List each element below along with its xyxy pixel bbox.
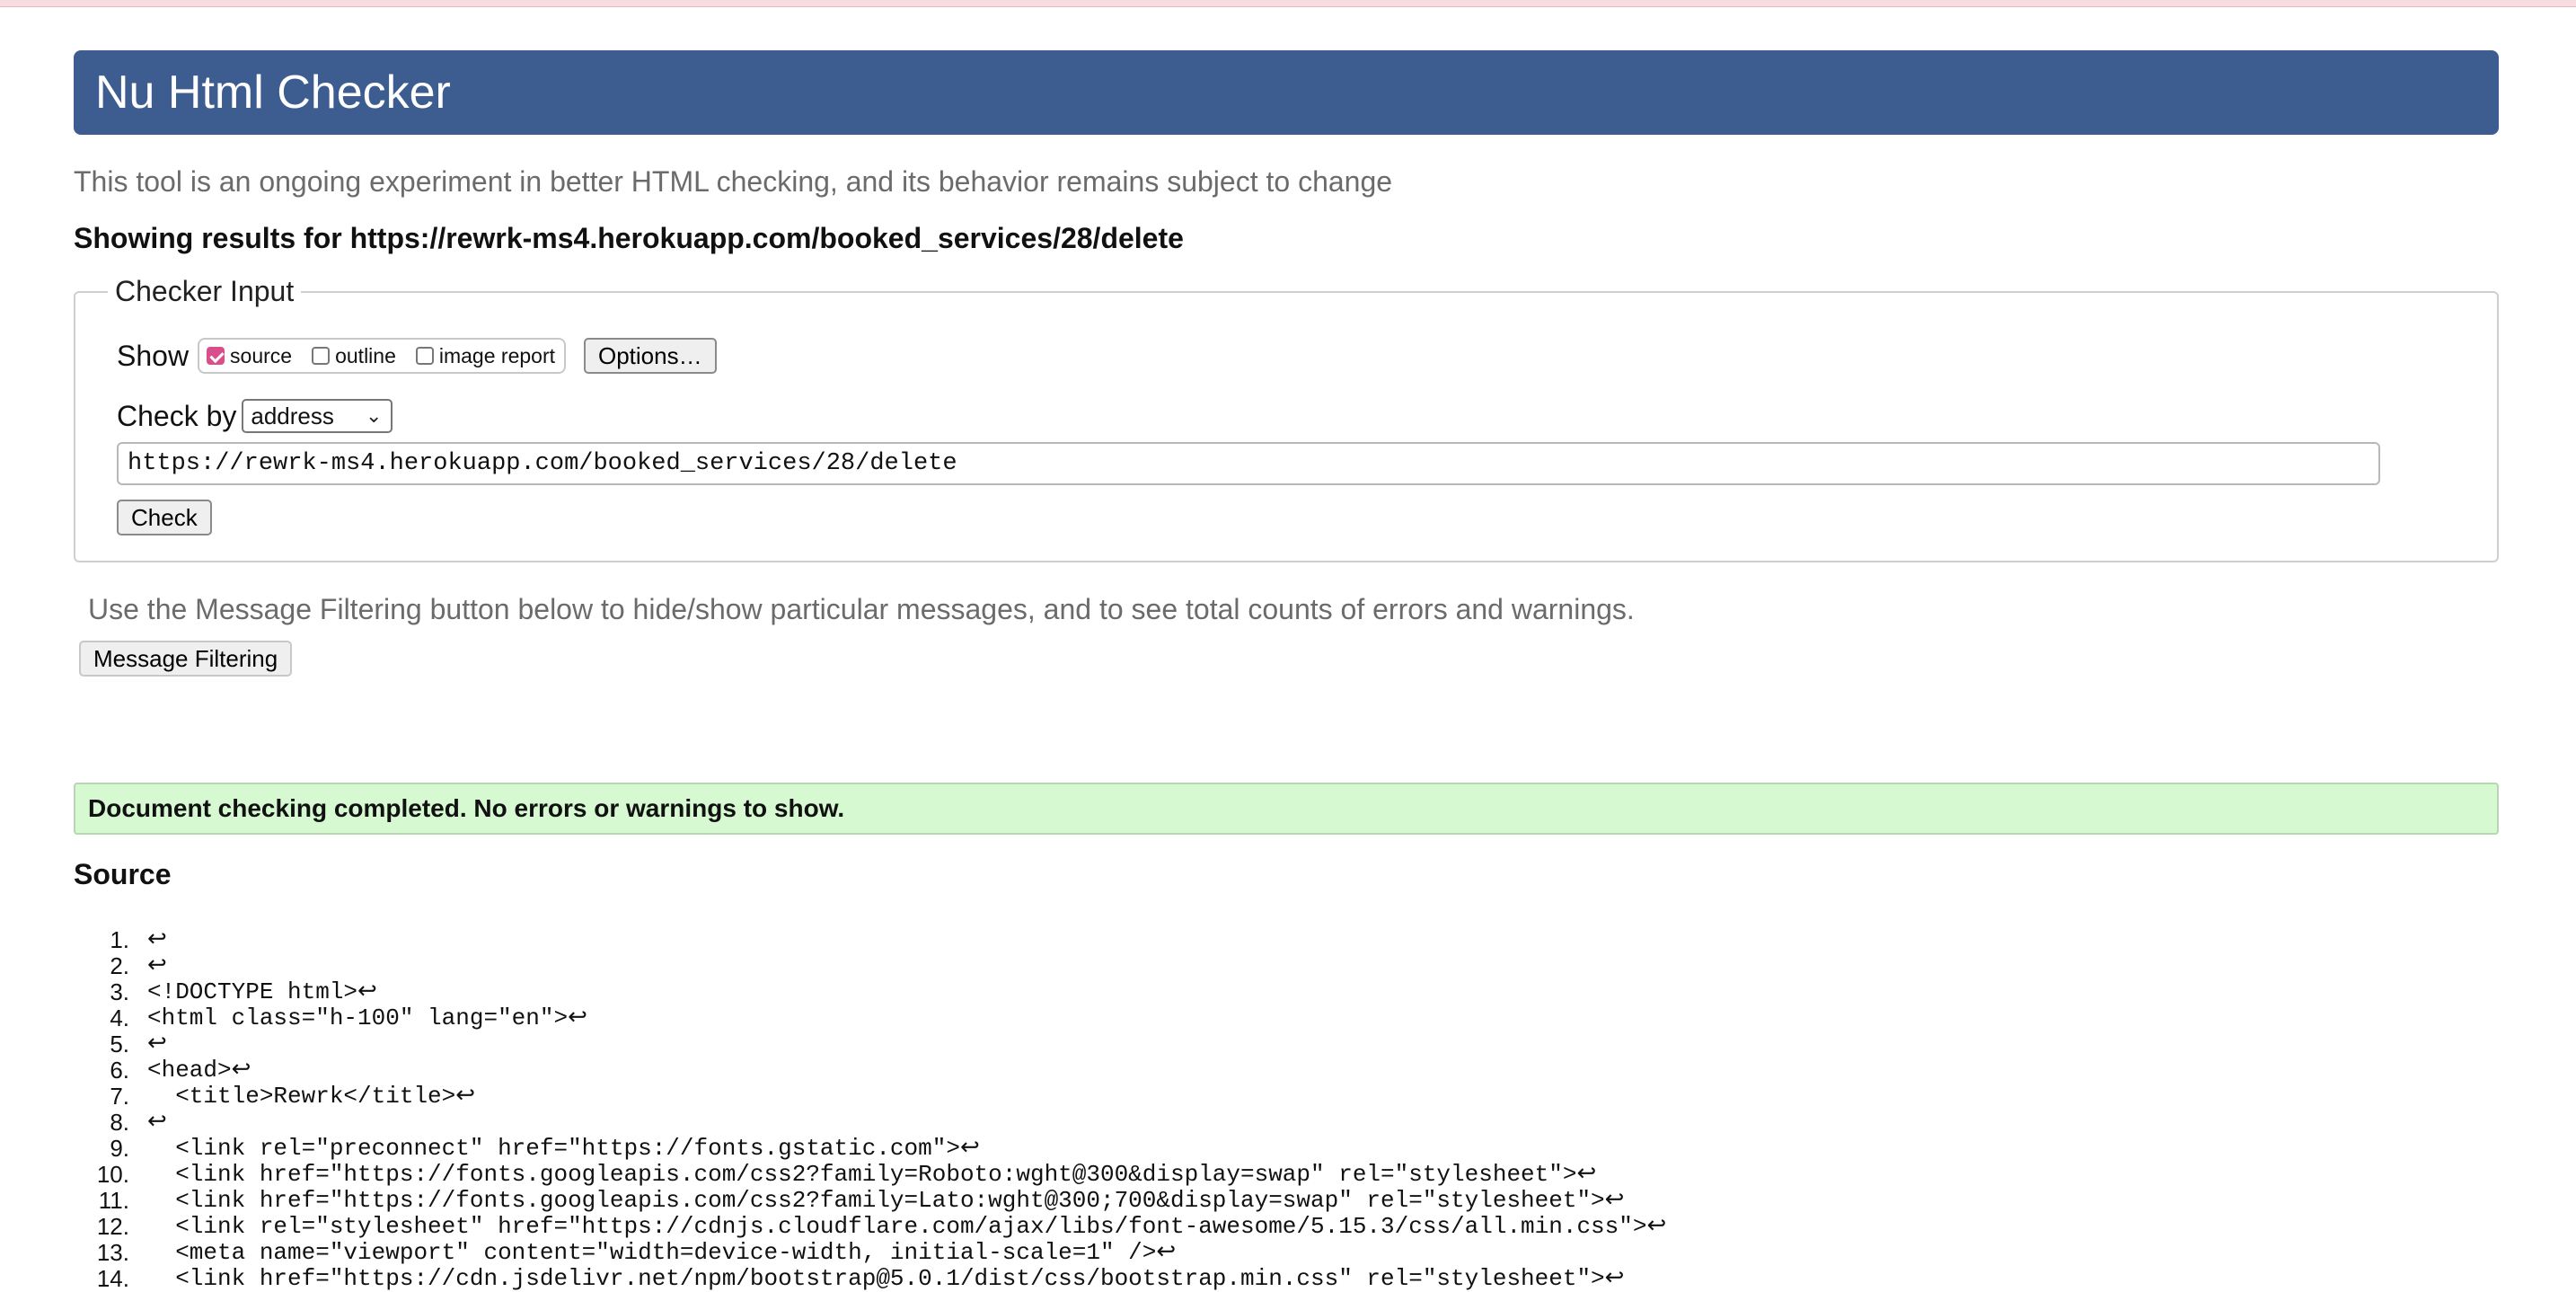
image-report-checkbox-label: image report	[438, 343, 555, 367]
source-line: 12. <link rel="stylesheet" href="https:/…	[74, 1214, 2499, 1240]
source-line: 13. <meta name="viewport" content="width…	[74, 1240, 2499, 1266]
source-line-number: 5.	[110, 1031, 129, 1057]
show-option-image-report[interactable]: image report	[415, 343, 555, 368]
source-heading: Source	[74, 858, 172, 890]
check-by-selected-value: address	[251, 402, 334, 429]
page-title: Nu Html Checker	[95, 66, 451, 119]
source-line-number: 13.	[96, 1239, 129, 1266]
check-by-label: Check by	[117, 399, 237, 432]
show-options-group: source outline image report	[198, 338, 566, 374]
source-line-number: 3.	[110, 978, 129, 1005]
checker-input-legend: Checker Input	[108, 275, 302, 308]
source-line: 4. <html class="h-100" lang="en">↩	[74, 1005, 2499, 1031]
message-filtering-button[interactable]: Message Filtering	[79, 641, 293, 677]
source-line: 7. <title>Rewrk</title>↩	[74, 1084, 2499, 1110]
show-option-source[interactable]: source	[207, 344, 292, 368]
source-line-number: 8.	[110, 1109, 129, 1136]
source-line-code: <meta name="viewport" content="width=dev…	[147, 1239, 1177, 1266]
source-line-number: 2.	[110, 952, 129, 979]
intro-text: This tool is an ongoing experiment in be…	[74, 165, 1393, 198]
source-line-code: <link rel="stylesheet" href="https://cdn…	[147, 1213, 1667, 1240]
check-by-select[interactable]: address ⌄	[242, 399, 393, 433]
source-line: 6. <head>↩	[74, 1057, 2499, 1084]
top-border	[0, 0, 2576, 7]
source-line-number: 11.	[98, 1187, 129, 1214]
source-line: 1. ↩	[74, 927, 2499, 953]
header-bar: Nu Html Checker	[74, 50, 2499, 135]
source-line-code: <!DOCTYPE html>↩	[147, 978, 377, 1005]
source-line-code: <link href="https://cdn.jsdelivr.net/npm…	[147, 1265, 1625, 1292]
chevron-down-icon: ⌄	[365, 404, 383, 427]
source-line: 10. <link href="https://fonts.googleapis…	[74, 1162, 2499, 1188]
source-line-number: 1.	[110, 926, 129, 953]
source-line-number: 4.	[110, 1004, 129, 1031]
source-checkbox-label: source	[230, 343, 293, 367]
source-line-code: ↩	[147, 1031, 167, 1057]
show-label: Show	[117, 339, 190, 372]
source-line-code: <link href="https://fonts.googleapis.com…	[147, 1187, 1625, 1214]
outline-checkbox[interactable]	[312, 347, 331, 365]
source-line: 5. ↩	[74, 1031, 2499, 1057]
check-by-row: Check by address ⌄	[117, 399, 393, 433]
source-line-code: <head>↩	[147, 1057, 251, 1084]
options-button[interactable]: Options…	[584, 338, 717, 374]
source-line: 9. <link rel="preconnect" href="https://…	[74, 1136, 2499, 1162]
outline-checkbox-label: outline	[335, 343, 396, 367]
url-input-value: https://rewrk-ms4.herokuapp.com/booked_s…	[128, 450, 957, 477]
source-line-code: <link rel="preconnect" href="https://fon…	[147, 1135, 980, 1162]
source-line-number: 12.	[96, 1213, 129, 1240]
show-row: Show source outline image report Options…	[117, 338, 717, 374]
source-line-code: ↩	[147, 1109, 167, 1136]
source-line-code: <html class="h-100" lang="en">↩	[147, 1004, 587, 1031]
url-input[interactable]: https://rewrk-ms4.herokuapp.com/booked_s…	[117, 442, 2380, 485]
source-line: 14. <link href="https://cdn.jsdelivr.net…	[74, 1266, 2499, 1292]
source-line-number: 10.	[96, 1161, 129, 1188]
source-line-code: <title>Rewrk</title>↩	[147, 1083, 476, 1110]
source-line: 8. ↩	[74, 1110, 2499, 1136]
source-line: 11. <link href="https://fonts.googleapis…	[74, 1188, 2499, 1214]
source-line: 2. ↩	[74, 953, 2499, 979]
source-list: 1. ↩ 2. ↩ 3. <!DOCTYPE html>↩ 4. <html class="h…	[74, 927, 2499, 1292]
source-line-number: 14.	[96, 1265, 129, 1292]
source-line-code: <link href="https://fonts.googleapis.com…	[147, 1161, 1597, 1188]
show-option-outline[interactable]: outline	[312, 344, 396, 368]
source-line: 3. <!DOCTYPE html>↩	[74, 979, 2499, 1005]
source-line-number: 7.	[110, 1083, 129, 1110]
check-button[interactable]: Check	[117, 500, 212, 535]
source-line-number: 9.	[110, 1135, 129, 1162]
source-line-code: ↩	[147, 926, 167, 953]
source-line-number: 6.	[110, 1057, 129, 1084]
page: Nu Html Checker This tool is an ongoing …	[74, 50, 2499, 1292]
success-message: Document checking completed. No errors o…	[74, 783, 2499, 835]
filter-note: Use the Message Filtering button below t…	[88, 593, 1635, 625]
source-checkbox[interactable]	[207, 347, 225, 365]
image-report-checkbox[interactable]	[415, 347, 434, 365]
source-line-code: ↩	[147, 952, 167, 979]
results-for-heading: Showing results for https://rewrk-ms4.he…	[74, 222, 1184, 254]
checker-input-fieldset: Checker Input Show source outline image …	[74, 275, 2499, 562]
